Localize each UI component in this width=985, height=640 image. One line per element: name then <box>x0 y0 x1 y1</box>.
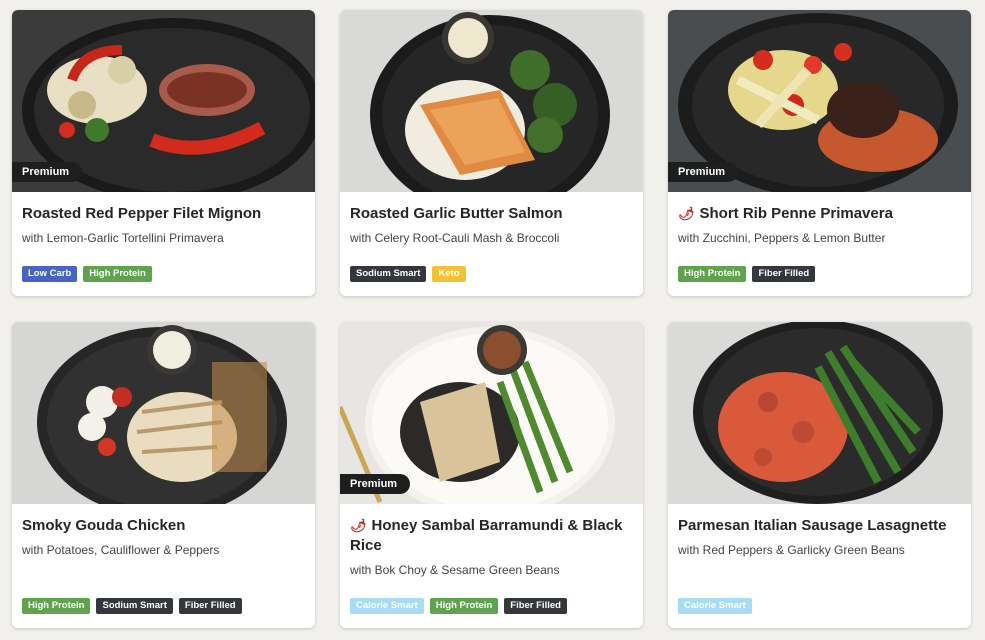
tag-sodium-smart: Sodium Smart <box>96 598 173 614</box>
meal-tags: Low Carb High Protein <box>22 266 152 282</box>
meal-tags: Calorie Smart High Protein Fiber Filled <box>350 598 567 614</box>
meal-card[interactable]: Roasted Garlic Butter Salmon with Celery… <box>340 10 643 296</box>
meal-title[interactable]: Parmesan Italian Sausage Lasagnette <box>678 516 961 536</box>
tag-calorie-smart: Calorie Smart <box>350 598 424 614</box>
meal-subtitle: with Potatoes, Cauliflower & Peppers <box>22 543 220 557</box>
meal-card[interactable]: Premium 🌶 Honey Sambal Barramundi & Black… <box>340 322 643 628</box>
meal-tags: High Protein Fiber Filled <box>678 266 816 282</box>
meal-title[interactable]: 🌶 Honey Sambal Barramundi & Black Rice <box>350 516 633 556</box>
tag-fiber-filled: Fiber Filled <box>752 266 816 282</box>
meal-card[interactable]: Smoky Gouda Chicken with Potatoes, Cauli… <box>12 322 315 628</box>
meal-subtitle: with Zucchini, Peppers & Lemon Butter <box>678 231 886 245</box>
meal-title-text: Short Rib Penne Primavera <box>699 205 893 222</box>
meal-title[interactable]: Smoky Gouda Chicken <box>22 516 305 536</box>
tag-fiber-filled: Fiber Filled <box>504 598 567 614</box>
meal-subtitle: with Lemon-Garlic Tortellini Primavera <box>22 231 224 245</box>
meal-subtitle: with Celery Root-Cauli Mash & Broccoli <box>350 231 560 245</box>
meal-photo[interactable] <box>340 10 643 192</box>
tag-high-protein: High Protein <box>22 598 91 614</box>
chili-pepper-icon: 🌶 <box>350 518 367 533</box>
premium-badge: Premium <box>668 162 739 182</box>
meal-photo-image <box>12 322 315 504</box>
meal-title[interactable]: Roasted Red Pepper Filet Mignon <box>22 204 305 224</box>
tag-high-protein: High Protein <box>429 598 499 614</box>
meal-photo[interactable] <box>12 322 315 504</box>
meal-card[interactable]: Premium Roasted Red Pepper Filet Mignon … <box>12 10 315 296</box>
meal-subtitle: with Bok Choy & Sesame Green Beans <box>350 563 560 577</box>
meal-photo[interactable] <box>668 322 971 504</box>
meal-card[interactable]: Premium 🌶 Short Rib Penne Primavera with … <box>668 10 971 296</box>
tag-fiber-filled: Fiber Filled <box>178 598 242 614</box>
meal-grid: Premium Roasted Red Pepper Filet Mignon … <box>0 0 985 640</box>
meal-photo[interactable]: Premium <box>668 10 971 192</box>
tag-keto: Keto <box>432 266 466 282</box>
meal-photo-image <box>340 10 643 192</box>
meal-photo[interactable]: Premium <box>340 322 643 504</box>
meal-photo-image <box>668 322 971 504</box>
meal-photo[interactable]: Premium <box>12 10 315 192</box>
meal-title[interactable]: 🌶 Short Rib Penne Primavera <box>678 204 961 224</box>
meal-tags: Sodium Smart Keto <box>350 266 466 282</box>
meal-tags: High Protein Sodium Smart Fiber Filled <box>22 598 242 614</box>
meal-title-text: Honey Sambal Barramundi & Black Rice <box>350 517 623 554</box>
tag-calorie-smart: Calorie Smart <box>678 598 752 614</box>
premium-badge: Premium <box>12 162 83 182</box>
meal-tags: Calorie Smart <box>678 598 752 614</box>
tag-high-protein: High Protein <box>678 266 747 282</box>
tag-sodium-smart: Sodium Smart <box>350 266 427 282</box>
chili-pepper-icon: 🌶 <box>678 206 695 221</box>
meal-title[interactable]: Roasted Garlic Butter Salmon <box>350 204 633 224</box>
tag-low-carb: Low Carb <box>22 266 78 282</box>
premium-badge: Premium <box>340 474 411 494</box>
meal-card[interactable]: Parmesan Italian Sausage Lasagnette with… <box>668 322 971 628</box>
tag-high-protein: High Protein <box>83 266 152 282</box>
meal-subtitle: with Red Peppers & Garlicky Green Beans <box>678 543 905 557</box>
